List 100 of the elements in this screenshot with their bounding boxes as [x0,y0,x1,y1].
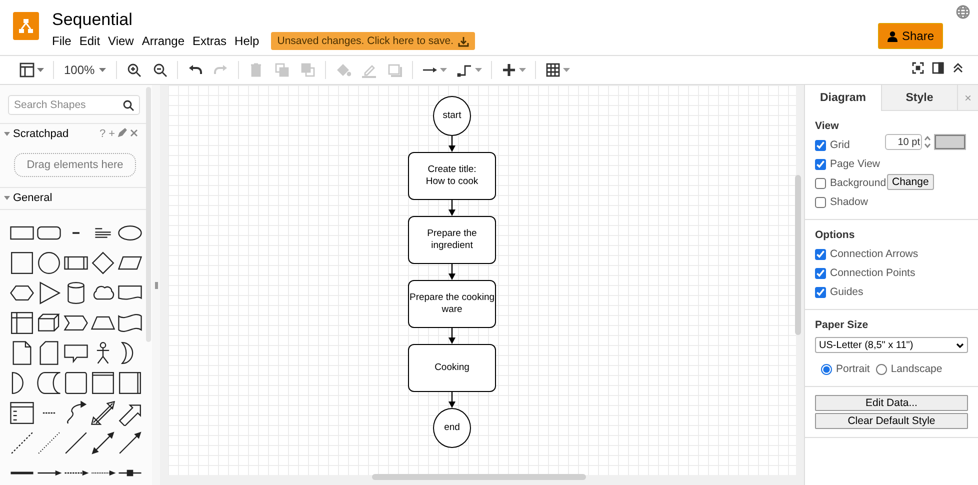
change-button[interactable]: Change [887,174,934,190]
paper-size-select[interactable]: US-Letter (8,5" x 11") [815,337,968,353]
circle-icon[interactable] [36,250,62,276]
checkbox-label: Grid [830,139,850,151]
checkbox-label: Connection Arrows [830,248,918,260]
zoom-in-icon [126,62,142,78]
fullscreen-icon [912,62,924,74]
panel-button[interactable]: Edit Data... [815,395,968,411]
drop-zone: Drag elements here [14,153,136,177]
section-title[interactable]: Scratchpad [13,128,69,140]
globe-icon [956,5,970,19]
dotted-line-icon[interactable] [36,430,62,456]
double-chevron-up-icon [952,62,964,74]
shadow-icon [386,62,403,78]
search-field[interactable]: Search Shapes [8,95,140,115]
window-icon[interactable] [90,370,116,396]
app-logo[interactable] [13,12,39,40]
diamond-icon[interactable] [90,250,116,276]
process-node[interactable]: Create title: How to cook [408,152,496,200]
checkbox[interactable] [815,286,826,298]
checkbox[interactable] [815,140,826,150]
connector-arrow [448,136,456,152]
process-node[interactable]: Cooking [408,344,496,392]
rounded-square-icon[interactable] [63,370,89,396]
square-icon[interactable] [9,250,35,276]
checkbox[interactable] [815,178,826,188]
share-button[interactable]: Share [878,23,943,49]
internal-storage-icon[interactable] [9,310,35,336]
terminal-node[interactable]: end [433,408,471,448]
line-icon[interactable] [63,430,89,456]
document-title[interactable]: Sequential [52,10,474,30]
zoom-out-icon [152,62,168,78]
process-node[interactable]: Prepare the ingredient [408,216,496,264]
menu-item[interactable]: View [108,32,140,50]
table-icon [544,62,561,78]
checkbox-label: Background [830,177,886,189]
scrollbar-thumb[interactable] [372,474,586,480]
section-title[interactable]: General [13,192,52,204]
collapse-triangle-icon[interactable] [4,196,10,200]
save-notice[interactable]: Unsaved changes. Click here to save. [271,32,474,50]
connector-arrow [448,328,456,344]
checkbox[interactable] [815,196,826,208]
radio-button[interactable] [876,364,887,374]
panel-button[interactable]: Clear Default Style [815,413,968,429]
menu-item[interactable]: File [52,32,78,50]
checkbox-label: Shadow [830,196,868,208]
grid-size-field[interactable]: 10 pt [885,134,922,150]
menu-item[interactable]: Extras [192,32,233,50]
pencil-icon [118,128,127,138]
spinner-icon [924,135,931,149]
person-icon [886,30,898,42]
search-icon [123,100,134,111]
dashed-line-icon[interactable] [9,430,35,456]
scrollbar-thumb[interactable] [795,175,801,335]
process-node[interactable]: Prepare the cooking ware [408,280,496,328]
close-icon [130,129,138,138]
caret-icon [37,68,44,72]
chevron-down-icon [956,342,964,348]
to-front-icon [274,62,290,78]
caret-icon [98,68,106,72]
checkbox-label: Page View [830,158,880,170]
checkbox[interactable] [815,248,826,260]
collapse-triangle-icon[interactable] [4,132,10,136]
grid-color-swatch[interactable] [935,135,965,149]
caret-icon [474,68,482,72]
scrollbar-thumb[interactable] [146,87,151,342]
menu-item[interactable]: Arrange [142,32,191,50]
plus-icon [500,62,517,78]
radio-label: Landscape [890,363,942,375]
terminal-node[interactable]: start [433,96,471,136]
radio-button[interactable] [821,364,832,374]
list-icon[interactable] [9,400,35,426]
double-arrow-icon[interactable] [90,400,116,426]
caret-icon [440,68,447,72]
zoom-dropdown[interactable]: 100% [58,63,112,77]
caret-icon [562,68,570,72]
panel-tab[interactable]: Style [881,85,957,111]
bidirectional-arrow-icon[interactable] [90,430,116,456]
radio-label: Portrait [836,363,870,375]
connector-arrow [448,264,456,280]
directional-arrow-icon[interactable] [117,430,143,456]
connector-arrow [448,200,456,216]
stored-data-icon[interactable] [36,370,62,396]
menu-item[interactable]: Edit [79,32,106,50]
section-title: Paper Size [815,319,870,331]
panel-icon[interactable] [117,370,143,396]
checkbox-label: Guides [830,286,864,298]
caret-icon [518,68,526,72]
panel-toggle-icon [932,62,944,74]
checkbox[interactable] [815,268,826,278]
to-back-icon [300,62,316,78]
splitter-handle[interactable] [152,85,160,485]
connector-arrow [448,392,456,408]
section-title: View [815,120,840,132]
checkbox[interactable] [815,158,826,170]
section-title: Options [815,229,856,241]
download-icon [458,36,468,46]
checkbox-label: Connection Points [830,267,916,279]
menu-item[interactable]: Help [234,32,266,50]
paint-bucket-icon [334,62,351,78]
